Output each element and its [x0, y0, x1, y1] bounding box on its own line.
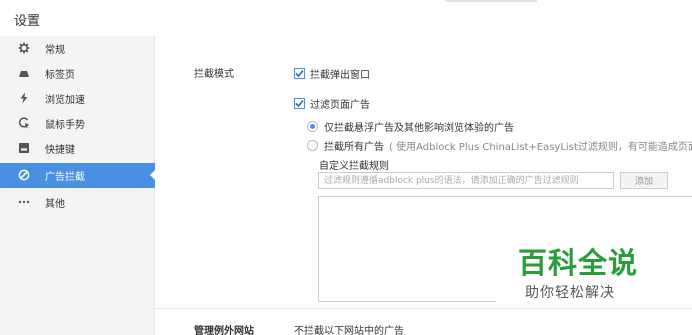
block-popups-checkbox[interactable] [294, 68, 305, 79]
sidebar-item-label: 快捷键 [45, 145, 75, 156]
settings-header: 设置 [0, 0, 692, 36]
sidebar-item-label: 常规 [45, 45, 65, 56]
custom-rule-input[interactable] [318, 172, 614, 189]
watermark-logo: 百科全说 助你轻松解决 [496, 238, 692, 306]
lightning-icon [18, 92, 30, 104]
sidebar-item-other[interactable]: 其他 [0, 190, 155, 215]
custom-rules-label: 自定义拦截规则 [319, 161, 389, 172]
sidebar-item-adblock[interactable]: 广告拦截 [0, 163, 155, 188]
filter-page-ads-label: 过滤页面广告 [310, 100, 370, 111]
block-all-ads-radio-option[interactable]: 拦截所有广告 ( 使用Adblock Plus ChinaList+EasyLi… [307, 138, 692, 153]
tab-strip [445, 0, 537, 2]
watermark-title: 百科全说 [518, 246, 639, 280]
more-icon [18, 196, 30, 208]
sidebar-item-mouse-gestures[interactable]: 鼠标手势 [0, 111, 155, 136]
manage-exceptions-label: 管理例外网站 [194, 326, 254, 335]
sidebar-item-tabs[interactable]: 标签页 [0, 61, 155, 86]
block-floating-ads-radio[interactable] [307, 121, 318, 132]
block-popups-option[interactable]: 拦截弹出窗口 [294, 66, 370, 81]
sidebar-item-label: 其他 [45, 199, 65, 210]
sidebar-item-general[interactable]: 常规 [0, 36, 155, 61]
sidebar-item-label: 鼠标手势 [45, 120, 85, 131]
block-popups-label: 拦截弹出窗口 [310, 70, 370, 81]
block-icon [18, 169, 30, 181]
watermark-subtitle: 助你轻松解决 [525, 285, 615, 301]
section-divider [156, 308, 692, 309]
mouse-gesture-icon [18, 117, 30, 129]
filter-page-ads-checkbox[interactable] [294, 98, 305, 109]
block-all-ads-label: 拦截所有广告 [324, 142, 384, 153]
tab-icon [18, 67, 30, 79]
sidebar-item-acceleration[interactable]: 浏览加速 [0, 86, 155, 111]
page-title: 设置 [14, 14, 41, 29]
block-floating-ads-label: 仅拦截悬浮广告及其他影响浏览体验的广告 [324, 123, 514, 134]
block-all-ads-radio[interactable] [307, 140, 318, 151]
sidebar-item-label: 浏览加速 [45, 95, 85, 106]
sidebar-item-shortcuts[interactable]: 快捷键 [0, 136, 155, 161]
sidebar: 常规 标签页 浏览加速 鼠标手势 快捷键 广告拦截 其他 [0, 36, 155, 335]
gear-icon [18, 42, 30, 54]
add-rule-button[interactable]: 添加 [620, 172, 668, 189]
block-all-ads-note: ( 使用Adblock Plus ChinaList+EasyList过滤规则，… [389, 142, 692, 153]
block-floating-ads-radio-option[interactable]: 仅拦截悬浮广告及其他影响浏览体验的广告 [307, 119, 514, 134]
block-mode-label: 拦截模式 [194, 69, 234, 80]
exceptions-description: 不拦截以下网站中的广告 [294, 326, 404, 335]
sidebar-item-label: 广告拦截 [45, 172, 85, 183]
filter-page-ads-option[interactable]: 过滤页面广告 [294, 96, 370, 111]
keyboard-icon [18, 142, 30, 154]
sidebar-item-label: 标签页 [45, 70, 75, 81]
